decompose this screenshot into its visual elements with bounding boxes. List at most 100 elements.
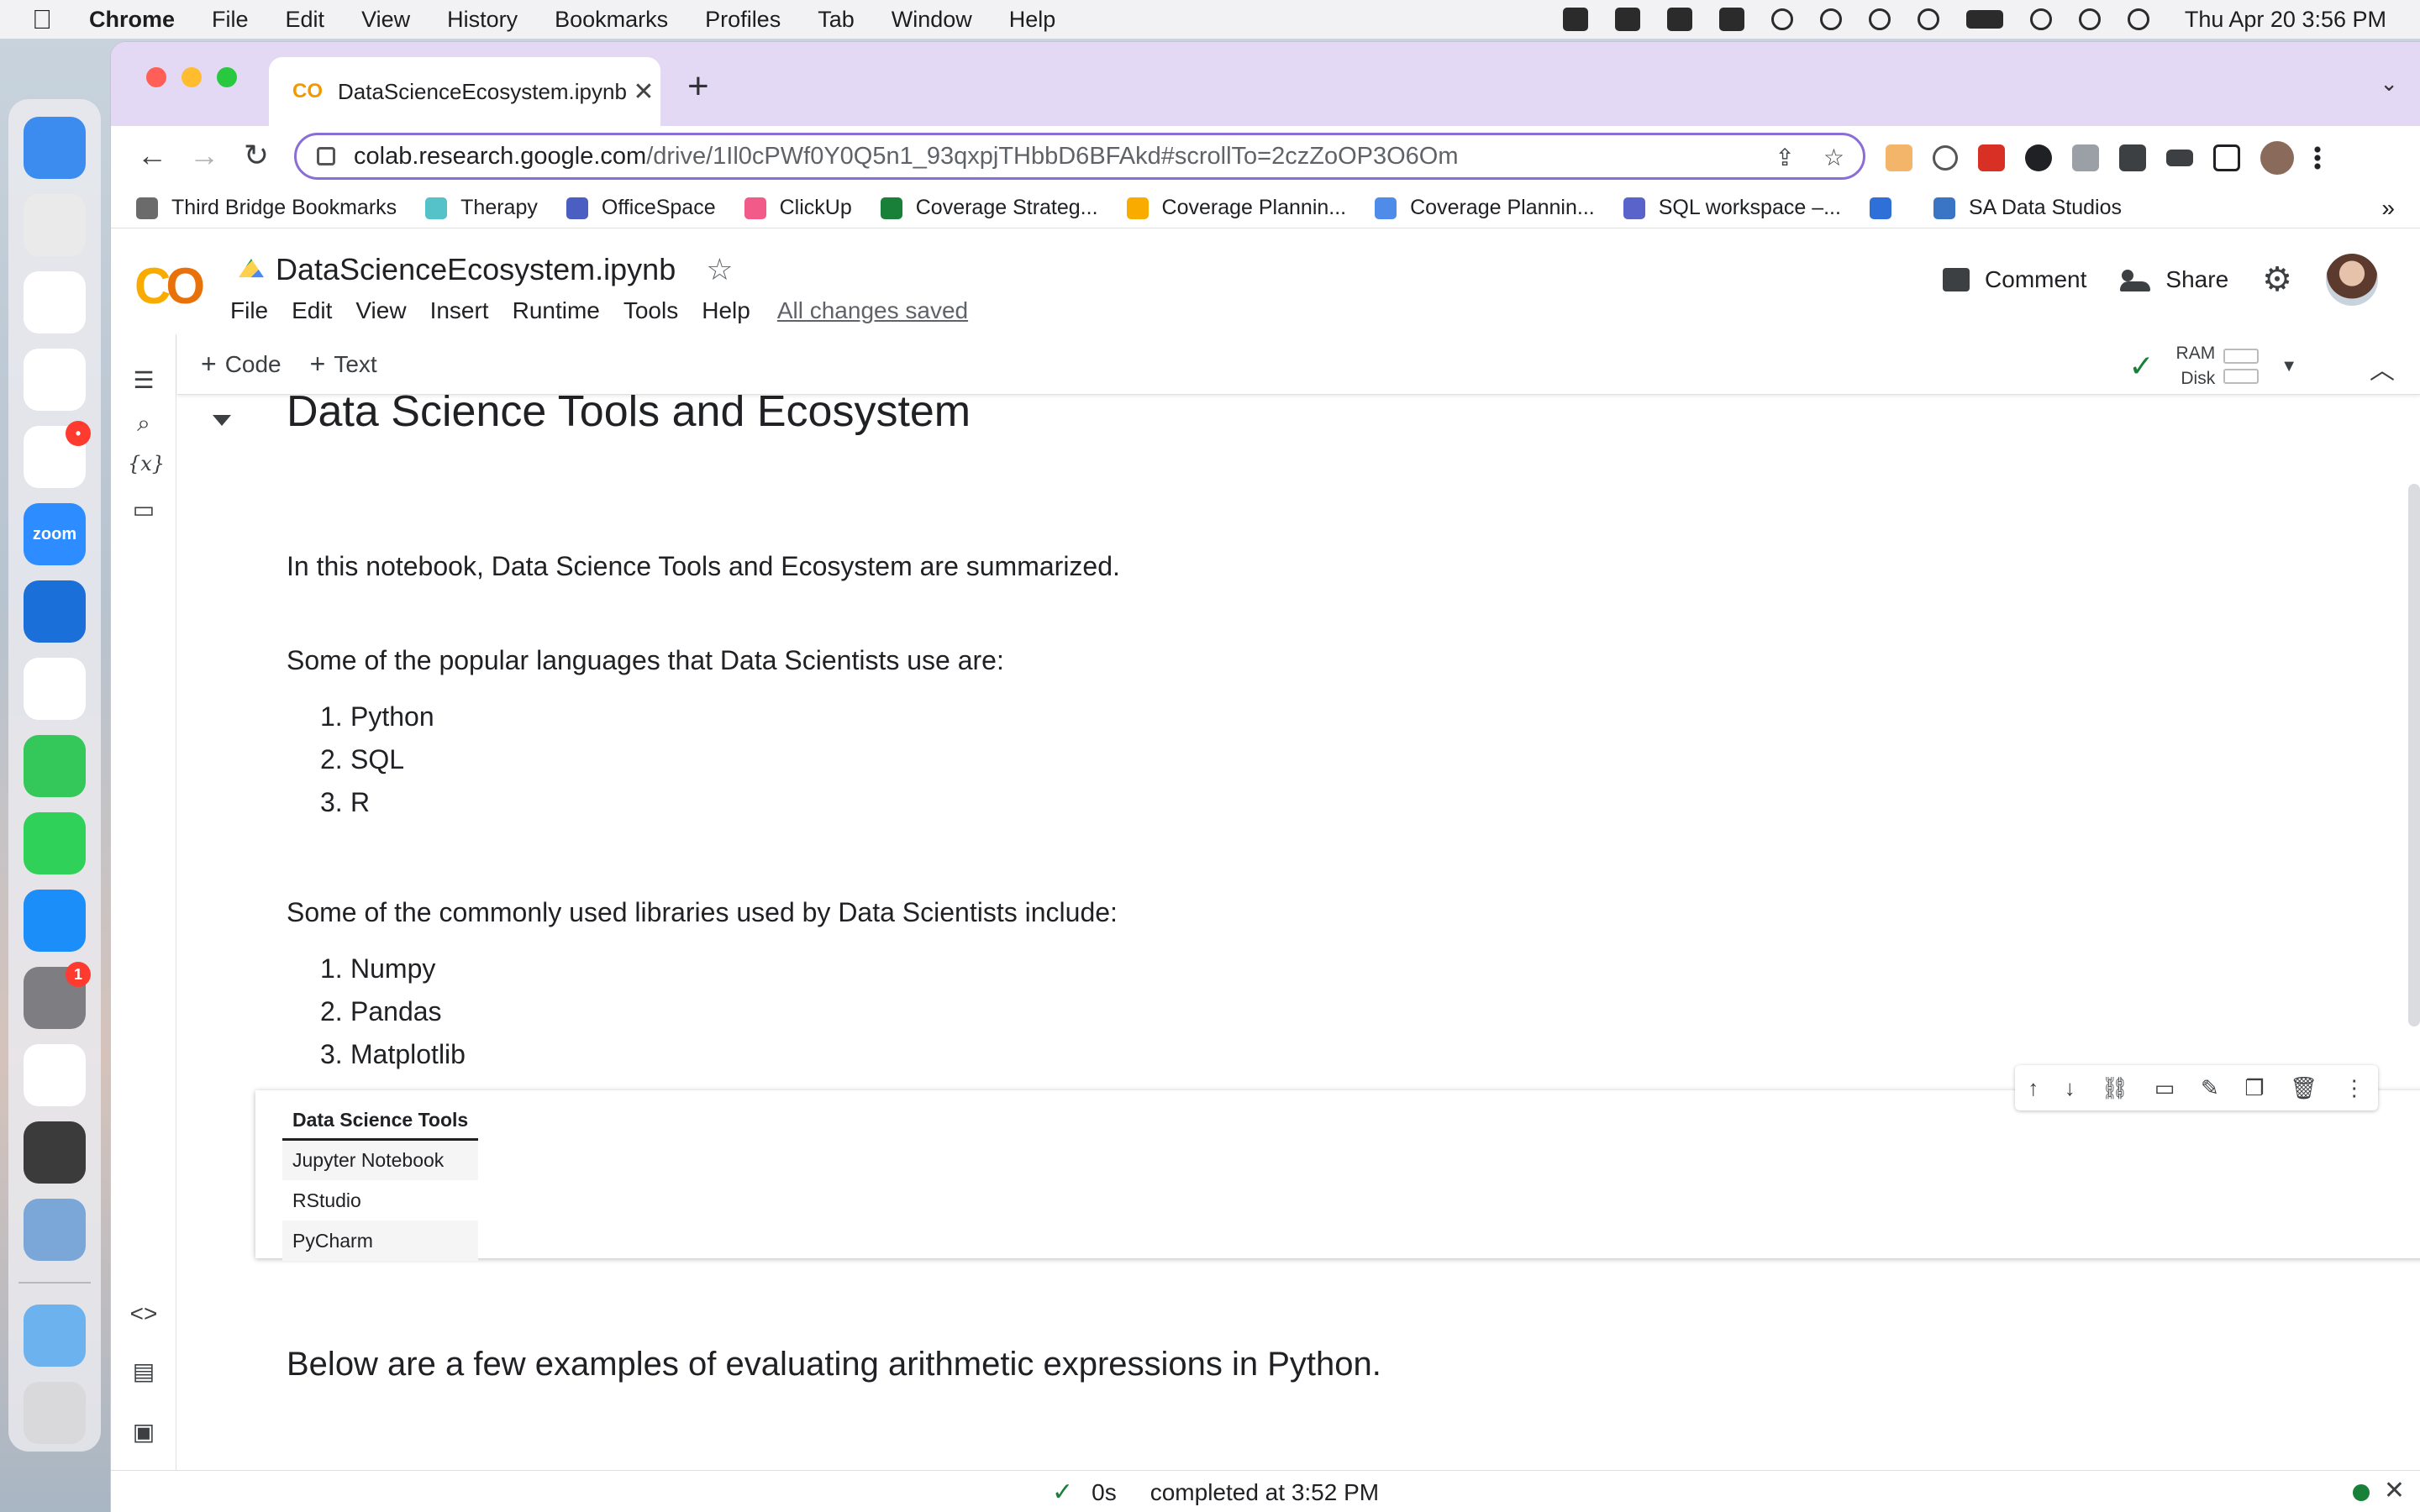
five-status-icon[interactable] bbox=[1666, 8, 1692, 31]
edit-pencil-icon[interactable]: ✎ bbox=[2201, 1075, 2219, 1101]
notebook-title[interactable]: DataScienceEcosystem.ipynb bbox=[276, 252, 676, 287]
colab-menu-edit[interactable]: Edit bbox=[292, 297, 332, 324]
forward-button[interactable]: → bbox=[185, 138, 224, 173]
address-bar[interactable]: colab.research.google.com/drive/1Il0cPWf… bbox=[294, 133, 1865, 180]
menubar-item-profiles[interactable]: Profiles bbox=[705, 7, 781, 33]
play-status-icon[interactable] bbox=[1868, 8, 1891, 30]
account-avatar[interactable] bbox=[2326, 254, 2378, 306]
move-cell-up-icon[interactable]: ↑ bbox=[2028, 1075, 2039, 1101]
table-of-contents-icon[interactable]: ☰ bbox=[128, 366, 160, 398]
bookmark-item[interactable] bbox=[1869, 197, 1905, 219]
dock-app-facetime[interactable] bbox=[24, 812, 86, 874]
terminal-icon[interactable]: ▣ bbox=[128, 1418, 160, 1450]
close-window-button[interactable] bbox=[146, 67, 166, 87]
share-page-icon[interactable]: ⇪ bbox=[1775, 144, 1794, 171]
control-center-icon[interactable] bbox=[2127, 8, 2149, 30]
menubar-item-view[interactable]: View bbox=[361, 7, 410, 33]
files-folder-icon[interactable]: ▭ bbox=[128, 496, 160, 528]
save-status-link[interactable]: All changes saved bbox=[777, 297, 968, 324]
bookmark-star-icon[interactable]: ☆ bbox=[1823, 144, 1844, 171]
execution-status[interactable]: ✓ 0s completed at 3:52 PM bbox=[1052, 1478, 1379, 1507]
dock-app-teamviewer[interactable] bbox=[24, 580, 86, 643]
back-button[interactable]: ← bbox=[133, 138, 171, 173]
apple-menu-icon[interactable]:  bbox=[32, 4, 66, 35]
drive-status-icon[interactable] bbox=[1562, 8, 1588, 31]
media-queue-icon[interactable] bbox=[2166, 150, 2193, 166]
settings-gear-icon[interactable]: ⚙ bbox=[2262, 260, 2292, 299]
colab-menu-insert[interactable]: Insert bbox=[430, 297, 489, 324]
menubar-item-bookmarks[interactable]: Bookmarks bbox=[555, 7, 668, 33]
bookmark-item[interactable]: Coverage Plannin... bbox=[1375, 196, 1595, 220]
bookmark-item[interactable]: Therapy bbox=[425, 196, 538, 220]
dock-app-app-store[interactable] bbox=[24, 890, 86, 952]
menubar-item-help[interactable]: Help bbox=[1009, 7, 1056, 33]
extension-gallery-icon[interactable] bbox=[2072, 144, 2099, 171]
collapse-header-chevron-icon[interactable]: ︿ bbox=[2370, 349, 2395, 386]
dock-app-chrome[interactable] bbox=[24, 271, 86, 333]
more-options-icon[interactable]: ⋮ bbox=[2344, 1075, 2365, 1101]
menubar-item-history[interactable]: History bbox=[447, 7, 518, 33]
colab-logo[interactable]: CO bbox=[134, 257, 205, 315]
dock-app-finder[interactable] bbox=[24, 117, 86, 179]
add-text-cell-button[interactable]: + Text bbox=[310, 349, 377, 380]
menubar-app-name[interactable]: Chrome bbox=[89, 7, 175, 33]
colab-menu-file[interactable]: File bbox=[230, 297, 268, 324]
dock-app-zoom[interactable]: zoom bbox=[24, 503, 86, 565]
bookmark-item[interactable]: OfficeSpace bbox=[566, 196, 716, 220]
colab-menu-tools[interactable]: Tools bbox=[623, 297, 678, 324]
active-tab[interactable]: CO DataScienceEcosystem.ipynb - ✕ bbox=[269, 57, 660, 126]
dock-app-slack[interactable]: • bbox=[24, 421, 91, 488]
side-panel-icon[interactable] bbox=[2213, 144, 2240, 171]
extension-people-icon[interactable] bbox=[1886, 144, 1912, 171]
runtime-dropdown-icon[interactable]: ▼ bbox=[2281, 357, 2297, 376]
dock-app-launchpad[interactable] bbox=[24, 194, 86, 256]
menubar-clock[interactable]: Thu Apr 20 3:56 PM bbox=[2185, 7, 2386, 33]
command-palette-icon[interactable]: ▤ bbox=[128, 1357, 160, 1389]
bird-status-icon[interactable] bbox=[1718, 8, 1744, 31]
reload-button[interactable]: ↻ bbox=[237, 138, 276, 173]
notebook-scrollbar[interactable] bbox=[2408, 484, 2420, 1026]
extension-phone-icon[interactable] bbox=[1933, 145, 1958, 171]
display-status-icon[interactable] bbox=[1770, 8, 1793, 30]
bluetooth-icon[interactable] bbox=[1917, 8, 1939, 30]
lock-icon[interactable] bbox=[317, 147, 335, 165]
add-code-cell-button[interactable]: + Code bbox=[201, 349, 281, 380]
extension-info-icon[interactable] bbox=[2025, 144, 2052, 171]
bookmark-item[interactable]: ClickUp bbox=[744, 196, 852, 220]
runtime-resources-button[interactable]: ✓ RAM Disk ▼ bbox=[2128, 341, 2297, 391]
bookmark-item[interactable]: Third Bridge Bookmarks bbox=[136, 196, 397, 220]
menubar-item-tab[interactable]: Tab bbox=[818, 7, 855, 33]
add-comment-icon[interactable]: ▭ bbox=[2154, 1075, 2175, 1101]
colab-menu-view[interactable]: View bbox=[355, 297, 406, 324]
menubar-item-edit[interactable]: Edit bbox=[286, 7, 325, 33]
bookmark-item[interactable]: SQL workspace –... bbox=[1623, 196, 1841, 220]
profile-avatar[interactable] bbox=[2260, 141, 2294, 175]
bookmark-item[interactable]: Coverage Plannin... bbox=[1126, 196, 1346, 220]
zoom-window-button[interactable] bbox=[217, 67, 237, 87]
dock-app-circle[interactable] bbox=[24, 1044, 86, 1106]
menubar-item-file[interactable]: File bbox=[212, 7, 249, 33]
dock-app-applications-folder[interactable] bbox=[24, 1305, 86, 1367]
star-notebook-icon[interactable]: ☆ bbox=[706, 252, 733, 287]
extensions-puzzle-icon[interactable] bbox=[2119, 144, 2146, 171]
dock-app-google-drive[interactable] bbox=[24, 349, 86, 411]
move-cell-down-icon[interactable]: ↓ bbox=[2065, 1075, 2075, 1101]
bookmark-item[interactable]: Coverage Strateg... bbox=[880, 196, 1098, 220]
folder-status-icon[interactable] bbox=[1614, 8, 1640, 31]
dock-app-honey[interactable] bbox=[24, 658, 86, 720]
colab-menu-runtime[interactable]: Runtime bbox=[513, 297, 600, 324]
extension-briefcase-icon[interactable] bbox=[1978, 144, 2005, 171]
code-snippets-icon[interactable]: <> bbox=[128, 1300, 160, 1332]
dock-app-system-settings[interactable]: 1 bbox=[24, 962, 91, 1029]
menubar-item-window[interactable]: Window bbox=[892, 7, 972, 33]
dock-app-preview[interactable] bbox=[24, 1199, 86, 1261]
selected-text-cell[interactable]: Data Science Tools Jupyter Notebook RStu… bbox=[255, 1090, 2420, 1261]
user-status-icon[interactable] bbox=[1819, 8, 1842, 30]
search-icon[interactable]: ⌕ bbox=[128, 410, 160, 442]
delete-cell-icon[interactable]: 🗑 bbox=[2290, 1075, 2317, 1101]
close-tab-icon[interactable]: ✕ bbox=[627, 77, 660, 107]
link-to-cell-icon[interactable]: ⛓ bbox=[2101, 1075, 2128, 1101]
dock-app-messages[interactable] bbox=[24, 735, 86, 797]
mirror-cell-icon[interactable]: ❐ bbox=[2244, 1075, 2264, 1101]
bookmark-item[interactable]: SA Data Studios bbox=[1933, 196, 2122, 220]
